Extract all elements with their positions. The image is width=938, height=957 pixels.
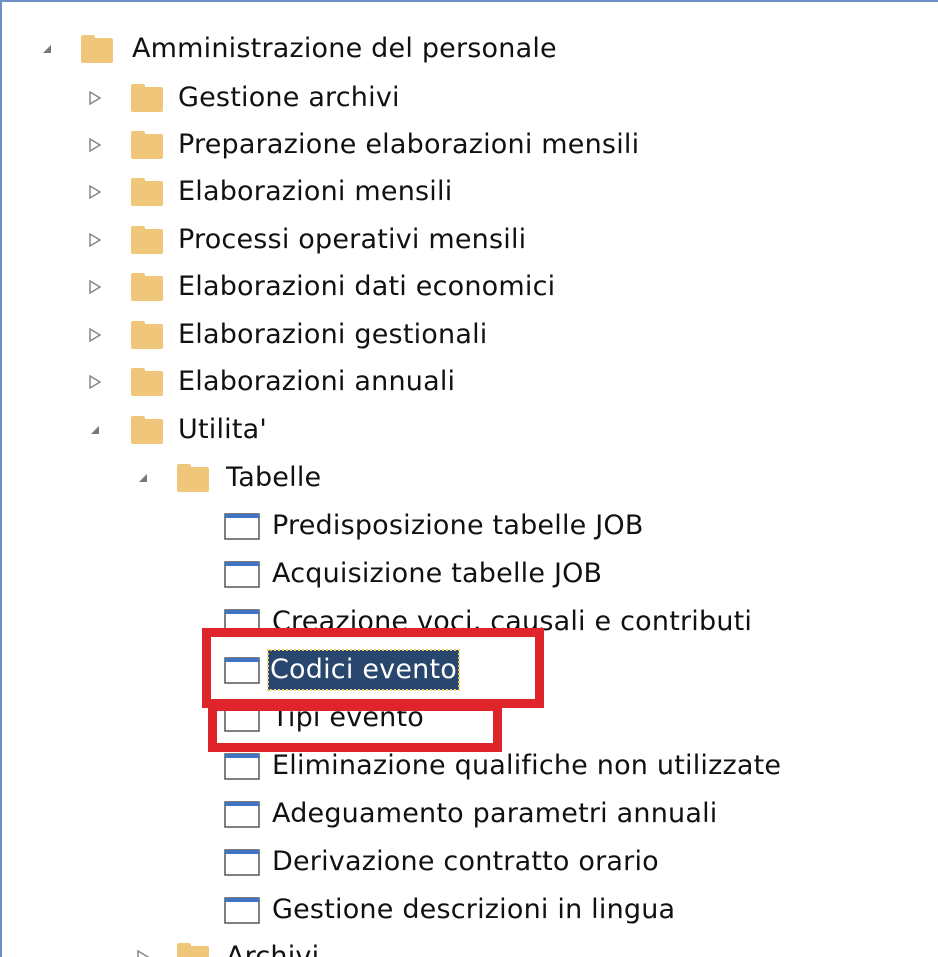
folder-icon (81, 35, 113, 63)
collapsed-triangle-icon[interactable] (136, 950, 150, 957)
tree-node-gestione-archivi[interactable]: Gestione archivi (2, 75, 902, 121)
expanded-triangle-icon[interactable] (88, 423, 102, 437)
tree-leaf-acquisizione-tabelle-job[interactable]: Acquisizione tabelle JOB (2, 551, 902, 597)
tree-leaf-label: Gestione descrizioni in lingua (272, 894, 676, 925)
tree-leaf-tipi-evento[interactable]: Tipi evento (2, 695, 902, 741)
window-document-icon (224, 657, 260, 684)
tree-leaf-label: Eliminazione qualifiche non utilizzate (272, 750, 782, 781)
window-document-icon (224, 705, 260, 732)
tree-node-label: Elaborazioni mensili (178, 176, 453, 207)
tree-node-elaborazioni-annuali[interactable]: Elaborazioni annuali (2, 359, 902, 405)
tree-leaf-adeguamento-parametri[interactable]: Adeguamento parametri annuali (2, 791, 902, 837)
collapsed-triangle-icon[interactable] (88, 233, 102, 247)
tree-panel: Amministrazione del personale Gestione a… (0, 0, 938, 957)
tree-leaf-predisposizione-tabelle-job[interactable]: Predisposizione tabelle JOB (2, 503, 902, 549)
window-document-icon (224, 609, 260, 636)
tree-leaf-label: Tipi evento (272, 702, 425, 733)
tree-leaf-creazione-voci[interactable]: Creazione voci, causali e contributi (2, 599, 902, 645)
tree-node-tabelle[interactable]: Tabelle (2, 455, 902, 501)
collapsed-triangle-icon[interactable] (88, 375, 102, 389)
folder-icon (131, 368, 163, 396)
tree-node-label: Tabelle (226, 462, 322, 493)
collapsed-triangle-icon[interactable] (88, 280, 102, 294)
folder-icon (131, 273, 163, 301)
tree-leaf-eliminazione-qualifiche[interactable]: Eliminazione qualifiche non utilizzate (2, 743, 902, 789)
tree-node-elaborazioni-mensili[interactable]: Elaborazioni mensili (2, 169, 902, 215)
tree-node-amministrazione[interactable]: Amministrazione del personale (2, 26, 902, 72)
tree-leaf-label: Adeguamento parametri annuali (272, 798, 718, 829)
tree-node-label: Gestione archivi (178, 82, 400, 113)
tree-node-label: Utilita' (178, 414, 268, 445)
tree-node-label: Elaborazioni dati economici (178, 271, 556, 302)
tree-node-preparazione-elaborazioni-mensili[interactable]: Preparazione elaborazioni mensili (2, 122, 902, 168)
tree-node-label: Elaborazioni annuali (178, 366, 456, 397)
tree-leaf-derivazione-contratto[interactable]: Derivazione contratto orario (2, 839, 902, 885)
navigation-tree: Amministrazione del personale Gestione a… (2, 2, 938, 957)
expanded-triangle-icon[interactable] (136, 471, 150, 485)
folder-icon (131, 84, 163, 112)
tree-node-label: Preparazione elaborazioni mensili (178, 129, 640, 160)
tree-node-processi-operativi-mensili[interactable]: Processi operativi mensili (2, 217, 902, 263)
tree-leaf-label: Creazione voci, causali e contributi (272, 606, 753, 637)
tree-leaf-label: Acquisizione tabelle JOB (272, 558, 603, 589)
collapsed-triangle-icon[interactable] (88, 328, 102, 342)
folder-icon (177, 943, 209, 957)
tree-node-utilita[interactable]: Utilita' (2, 407, 902, 453)
folder-icon (131, 226, 163, 254)
window-document-icon (224, 897, 260, 924)
collapsed-triangle-icon[interactable] (88, 185, 102, 199)
collapsed-triangle-icon[interactable] (88, 91, 102, 105)
folder-icon (177, 464, 209, 492)
tree-leaf-gestione-descrizioni[interactable]: Gestione descrizioni in lingua (2, 887, 902, 933)
folder-icon (131, 178, 163, 206)
tree-node-elaborazioni-gestionali[interactable]: Elaborazioni gestionali (2, 312, 902, 358)
window-document-icon (224, 513, 260, 540)
folder-icon (131, 321, 163, 349)
window-document-icon (224, 753, 260, 780)
tree-leaf-label: Predisposizione tabelle JOB (272, 510, 644, 541)
tree-node-label: Processi operativi mensili (178, 224, 527, 255)
tree-node-label: Amministrazione del personale (132, 33, 557, 64)
folder-icon (131, 416, 163, 444)
window-document-icon (224, 801, 260, 828)
expanded-triangle-icon[interactable] (40, 42, 54, 56)
tree-leaf-label-selected: Codici evento (267, 649, 460, 691)
folder-icon (131, 131, 163, 159)
collapsed-triangle-icon[interactable] (88, 138, 102, 152)
tree-node-label: Archivi (226, 941, 320, 957)
tree-leaf-label: Derivazione contratto orario (272, 846, 659, 877)
tree-node-elaborazioni-dati-economici[interactable]: Elaborazioni dati economici (2, 264, 902, 310)
tree-node-archivi[interactable]: Archivi (2, 934, 902, 957)
tree-node-label: Elaborazioni gestionali (178, 319, 488, 350)
tree-leaf-codici-evento[interactable]: Codici evento (2, 647, 902, 693)
window-document-icon (224, 561, 260, 588)
window-document-icon (224, 849, 260, 876)
